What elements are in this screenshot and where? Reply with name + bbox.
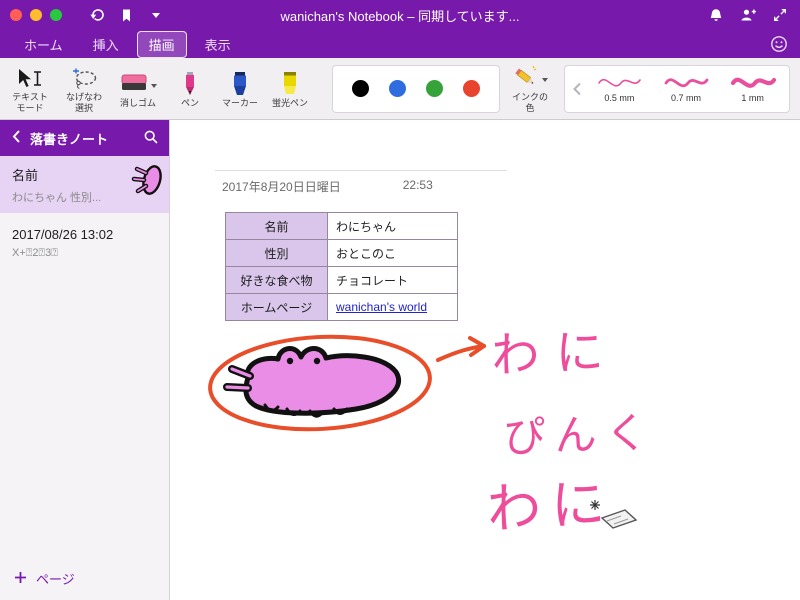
- marker-icon: [231, 69, 249, 96]
- undo-icon[interactable]: [86, 6, 106, 24]
- tool-label: ペン: [180, 97, 199, 108]
- stroke-sample-medium: [664, 78, 709, 88]
- minimize-button[interactable]: [30, 9, 42, 21]
- table-header-cell: 性別: [225, 239, 328, 267]
- page-thumbnail-doodle: [125, 158, 169, 207]
- ribbon-tab-bar: ホーム 挿入 描画 表示: [0, 30, 800, 58]
- color-swatch-red[interactable]: [463, 80, 480, 97]
- tool-label: マーカー: [221, 97, 258, 108]
- page-date: 2017年8月20日日曜日: [222, 180, 341, 194]
- stroke-width-label: 0.7 mm: [671, 93, 702, 103]
- profile-table: 名前 わにちゃん 性別 おとこのこ 好きな食べ物 チョコレート ホームページ w…: [225, 212, 458, 321]
- handwriting-word-3: わに: [485, 473, 616, 540]
- chevron-left-icon[interactable]: [569, 81, 585, 97]
- table-row: 名前 わにちゃん: [225, 212, 458, 240]
- add-person-icon[interactable]: [738, 6, 758, 24]
- traffic-lights: [10, 9, 62, 21]
- bookmark-icon[interactable]: [116, 6, 136, 24]
- content-area: 落書きノート 名前 わにちゃん 性別... 2017/08/26 13:02 X…: [0, 120, 800, 600]
- pen-button[interactable]: ペン: [170, 69, 210, 109]
- page-list-item[interactable]: 2017/08/26 13:02 X+⍰2⍰3⍰: [0, 213, 169, 268]
- lasso-select-button[interactable]: なげなわ選択: [62, 63, 106, 114]
- notebook-section-title: 落書きノート: [30, 131, 109, 147]
- back-chevron-icon[interactable]: [10, 128, 22, 148]
- stroke-width-option-05mm[interactable]: 0.5 mm: [587, 74, 652, 103]
- tab-view[interactable]: 表示: [193, 31, 243, 58]
- color-swatch-green[interactable]: [426, 80, 443, 97]
- stroke-width-panel: 0.5 mm 0.7 mm 1 mm: [564, 64, 790, 113]
- page-item-preview: X+⍰2⍰3⍰: [12, 247, 58, 259]
- plus-icon: [14, 571, 27, 587]
- text-mode-button[interactable]: テキストモード: [8, 63, 52, 114]
- tool-label: なげなわ選択: [65, 92, 102, 113]
- ink-color-palette: [332, 64, 500, 113]
- stroke-sample-thick: [730, 77, 776, 88]
- page-date-header: 2017年8月20日日曜日 22:53: [215, 170, 507, 195]
- marker-button[interactable]: マーカー: [220, 69, 260, 109]
- handwriting-word-2: ぴんく: [503, 409, 658, 461]
- titlebar: wanichan's Notebook – 同期しています...: [0, 0, 800, 30]
- highlighter-icon: [281, 69, 299, 96]
- table-value-cell[interactable]: おとこのこ: [327, 239, 458, 267]
- table-row: ホームページ wanichan's world: [225, 293, 458, 321]
- titlebar-quick-actions: [86, 6, 166, 24]
- crocodile-doodle: [223, 346, 401, 418]
- chevron-down-icon[interactable]: [146, 6, 166, 24]
- table-header-cell: 好きな食べ物: [225, 266, 328, 294]
- sidebar-header: 落書きノート: [0, 120, 169, 156]
- eraser-cursor-icon: [590, 500, 638, 529]
- table-row: 性別 おとこのこ: [225, 239, 458, 267]
- feedback-smiley-icon[interactable]: [770, 35, 788, 53]
- tab-insert[interactable]: 挿入: [81, 31, 131, 58]
- note-canvas[interactable]: 2017年8月20日日曜日 22:53 名前 わにちゃん 性別 おとこのこ 好き…: [170, 120, 800, 600]
- homepage-link[interactable]: wanichan's world: [336, 300, 427, 314]
- bell-icon[interactable]: [706, 6, 726, 24]
- titlebar-right-actions: [706, 6, 790, 24]
- red-circle-annotation: [208, 334, 432, 432]
- tool-label: インクの色: [511, 92, 548, 113]
- red-arrow-annotation: [436, 336, 486, 362]
- page-item-title: 2017/08/26 13:02: [12, 227, 114, 242]
- eraser-dropdown-icon[interactable]: [150, 83, 157, 88]
- zoom-button[interactable]: [50, 9, 62, 21]
- stroke-width-label: 0.5 mm: [604, 93, 635, 103]
- table-header-cell: ホームページ: [225, 293, 328, 321]
- draw-ribbon: テキストモード なげなわ選択 消しゴム ペン マーカー 蛍光ペン インクの色 0…: [0, 58, 800, 120]
- tool-label: 消しゴム: [119, 97, 156, 108]
- eraser-icon: [120, 71, 148, 96]
- tool-label: 蛍光ペン: [271, 97, 308, 108]
- pen-icon: [182, 69, 198, 96]
- expand-icon[interactable]: [770, 6, 790, 24]
- eraser-button[interactable]: 消しゴム: [116, 69, 160, 109]
- ink-color-dropdown-icon[interactable]: [541, 78, 548, 83]
- stroke-width-label: 1 mm: [741, 93, 764, 103]
- table-row: 好きな食べ物 チョコレート: [225, 266, 458, 294]
- stroke-sample-thin: [598, 78, 642, 87]
- handwriting-word-1: わに: [491, 326, 621, 383]
- page-time: 22:53: [402, 178, 433, 192]
- onenote-window: wanichan's Notebook – 同期しています... ホーム 挿入 …: [0, 0, 800, 600]
- add-page-button[interactable]: ページ: [0, 557, 169, 600]
- table-value-cell: wanichan's world: [327, 293, 458, 321]
- page-sidebar: 落書きノート 名前 わにちゃん 性別... 2017/08/26 13:02 X…: [0, 120, 170, 600]
- tab-draw[interactable]: 描画: [136, 30, 187, 58]
- color-swatch-blue[interactable]: [389, 80, 406, 97]
- table-value-cell[interactable]: わにちゃん: [327, 212, 458, 240]
- pencil-icon: [513, 63, 539, 90]
- close-button[interactable]: [10, 9, 22, 21]
- ink-color-button[interactable]: インクの色: [510, 63, 550, 114]
- color-swatch-black[interactable]: [352, 80, 369, 97]
- page-list-item-selected[interactable]: 名前 わにちゃん 性別...: [0, 156, 169, 213]
- tab-home[interactable]: ホーム: [12, 31, 75, 58]
- add-page-label: ページ: [36, 572, 75, 587]
- text-cursor-icon: [17, 63, 43, 90]
- stroke-width-option-1mm[interactable]: 1 mm: [720, 74, 785, 103]
- stroke-width-option-07mm[interactable]: 0.7 mm: [654, 74, 719, 103]
- table-value-cell[interactable]: チョコレート: [327, 266, 458, 294]
- lasso-icon: [70, 63, 98, 90]
- tool-label: テキストモード: [12, 92, 48, 113]
- table-header-cell: 名前: [225, 212, 328, 240]
- highlighter-button[interactable]: 蛍光ペン: [270, 69, 310, 109]
- search-icon[interactable]: [143, 129, 159, 148]
